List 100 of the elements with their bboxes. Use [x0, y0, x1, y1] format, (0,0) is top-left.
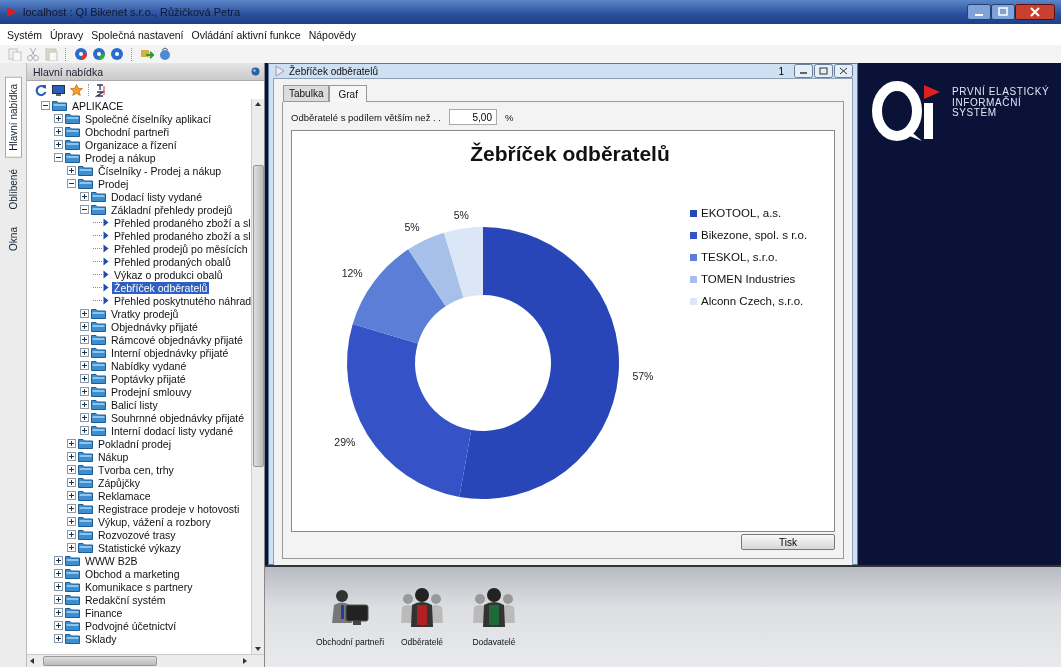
expand-toggle-icon[interactable]	[67, 491, 76, 500]
tree-item[interactable]: Číselníky - Prodej a nákup	[96, 164, 224, 177]
expand-toggle-icon[interactable]	[54, 634, 63, 643]
transfer-icon[interactable]	[140, 47, 154, 61]
help-icon[interactable]	[74, 47, 88, 61]
vertical-scrollbar[interactable]	[251, 99, 264, 654]
tree-item[interactable]: Přehled prodaného zboží a sl	[112, 216, 251, 229]
tree-item[interactable]: Organizace a řízení	[83, 138, 179, 151]
scrollbar-thumb[interactable]	[252, 165, 264, 467]
tree-item[interactable]: Přehled prodaného zboží a sl	[112, 229, 251, 242]
tree-item[interactable]: Přehled prodejů po měsících	[112, 242, 250, 255]
launcher-label[interactable]: Obchodní partneři	[316, 637, 385, 647]
tree-item[interactable]: Rozvozové trasy	[96, 528, 178, 541]
people-icon[interactable]	[470, 587, 518, 629]
horizontal-scrollbar[interactable]	[27, 654, 264, 667]
expand-toggle-icon[interactable]	[54, 595, 63, 604]
minimize-icon[interactable]	[967, 4, 991, 20]
launcher-label[interactable]: Dodavatelé	[472, 637, 516, 647]
tree-item[interactable]: Podvojné účetnictví	[83, 619, 179, 632]
menu-item[interactable]: Nápovědy	[307, 26, 357, 43]
sort-icon[interactable]	[95, 83, 106, 97]
expand-toggle-icon[interactable]	[80, 374, 89, 383]
expand-toggle-icon[interactable]	[41, 101, 50, 110]
expand-toggle-icon[interactable]	[80, 335, 89, 344]
tab[interactable]: Tabulka	[283, 85, 330, 101]
tree-item[interactable]: Pokladní prodej	[96, 437, 173, 450]
expand-toggle-icon[interactable]	[80, 387, 89, 396]
tree-item[interactable]: Dodací listy vydané	[109, 190, 205, 203]
expand-toggle-icon[interactable]	[67, 179, 76, 188]
expand-toggle-icon[interactable]	[67, 530, 76, 539]
menu-item[interactable]: Společná nastavení	[90, 26, 185, 43]
tree-item[interactable]: Redakční systém	[83, 593, 168, 606]
close-icon[interactable]	[1015, 4, 1055, 20]
people-icon[interactable]	[398, 587, 446, 629]
tree-item[interactable]: Přehled prodaných obalů	[112, 255, 233, 268]
tree-item[interactable]: Společné číselníky aplikací	[83, 112, 214, 125]
scrollbar-thumb[interactable]	[43, 656, 157, 666]
tree-item[interactable]: APLIKACE	[70, 99, 126, 112]
menu-item[interactable]: Úpravy	[49, 26, 85, 43]
tree-item[interactable]: Interní dodací listy vydané	[109, 424, 235, 437]
expand-toggle-icon[interactable]	[67, 452, 76, 461]
tree-item[interactable]: Sklady	[83, 632, 119, 645]
expand-toggle-icon[interactable]	[67, 465, 76, 474]
expand-toggle-icon[interactable]	[80, 426, 89, 435]
tree-item[interactable]: Nákup	[96, 450, 131, 463]
maximize-icon[interactable]	[991, 4, 1015, 20]
menu-item[interactable]: Systém	[6, 26, 43, 43]
tree-item[interactable]: Obchodní partneři	[83, 125, 172, 138]
tree-item[interactable]: Finance	[83, 606, 125, 619]
tree-item[interactable]: WWW B2B	[83, 554, 140, 567]
tree-item[interactable]: Poptávky přijaté	[109, 372, 188, 385]
star-icon[interactable]	[70, 84, 83, 96]
tree-item[interactable]: Žebříček odběratelů	[112, 281, 210, 294]
tree-item[interactable]: Přehled poskytnutého náhrad	[112, 294, 251, 307]
side-tab[interactable]: Oblíbené	[4, 161, 22, 217]
tree-item[interactable]: Rámcové objednávky přijaté	[109, 333, 245, 346]
expand-toggle-icon[interactable]	[80, 361, 89, 370]
tree-item[interactable]: Komunikace s partnery	[83, 580, 195, 593]
expand-toggle-icon[interactable]	[80, 309, 89, 318]
tree-item[interactable]: Prodejní smlouvy	[109, 385, 194, 398]
pin-icon[interactable]	[251, 67, 260, 76]
tree-item[interactable]: Souhrnné objednávky přijaté	[109, 411, 247, 424]
expand-toggle-icon[interactable]	[80, 322, 89, 331]
tree-item[interactable]: Vratky prodejů	[109, 307, 181, 320]
expand-toggle-icon[interactable]	[67, 517, 76, 526]
tree-item[interactable]: Základní přehledy prodejů	[109, 203, 235, 216]
expand-toggle-icon[interactable]	[80, 400, 89, 409]
tree-item[interactable]: Statistické výkazy	[96, 541, 183, 554]
expand-toggle-icon[interactable]	[67, 439, 76, 448]
menu-item[interactable]: Ovládání aktivní funkce	[190, 26, 302, 43]
tree-item[interactable]: Zápůjčky	[96, 476, 142, 489]
expand-toggle-icon[interactable]	[80, 348, 89, 357]
tree-item[interactable]: Nabídky vydané	[109, 359, 189, 372]
launcher-label[interactable]: Odběratelé	[400, 637, 444, 647]
help-icon[interactable]	[92, 47, 106, 61]
tree-item[interactable]: Výkup, vážení a rozbory	[96, 515, 213, 528]
tree-item[interactable]: Objednávky přijaté	[109, 320, 200, 333]
tree-item[interactable]: Prodej a nákup	[83, 151, 158, 164]
expand-toggle-icon[interactable]	[80, 192, 89, 201]
tree-item[interactable]: Interní objednávky přijaté	[109, 346, 231, 359]
tree-item[interactable]: Reklamace	[96, 489, 153, 502]
tree-item[interactable]: Výkaz o produkci obalů	[112, 268, 225, 281]
side-tab[interactable]: Okna	[4, 220, 22, 259]
expand-toggle-icon[interactable]	[54, 127, 63, 136]
close-icon[interactable]	[834, 64, 853, 78]
tree-item[interactable]: Prodej	[96, 177, 131, 190]
expand-toggle-icon[interactable]	[54, 114, 63, 123]
tree-item[interactable]: Tvorba cen, trhy	[96, 463, 176, 476]
expand-toggle-icon[interactable]	[54, 140, 63, 149]
monitor-icon[interactable]	[52, 84, 65, 96]
expand-toggle-icon[interactable]	[67, 504, 76, 513]
tab[interactable]: Graf	[329, 85, 367, 102]
tree-item[interactable]: Balicí listy	[109, 398, 160, 411]
expand-toggle-icon[interactable]	[54, 153, 63, 162]
expand-toggle-icon[interactable]	[67, 543, 76, 552]
expand-toggle-icon[interactable]	[54, 608, 63, 617]
minimize-icon[interactable]	[794, 64, 813, 78]
expand-toggle-icon[interactable]	[54, 569, 63, 578]
tree-item[interactable]: Obchod a marketing	[83, 567, 182, 580]
help-icon[interactable]	[110, 47, 124, 61]
